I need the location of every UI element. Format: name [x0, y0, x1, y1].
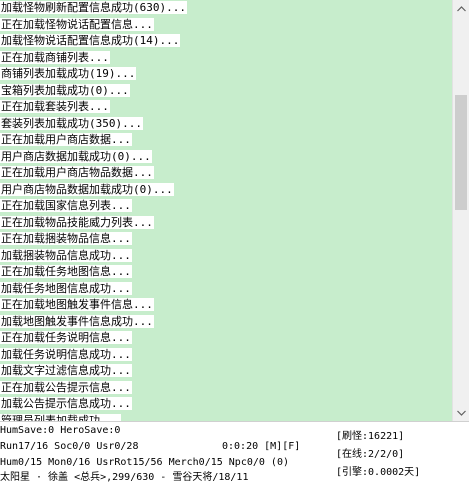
log-line-text: 正在加载任务地图信息... — [0, 265, 132, 278]
log-line-text: 加载公告提示信息成功... — [0, 397, 132, 410]
log-line: 正在加载国家信息列表... — [0, 198, 452, 215]
monster-refresh-counter: [刷怪:16221] — [336, 431, 405, 442]
online-counter: [在线:2/2/0] — [336, 449, 405, 460]
run-stats-label: Run17/16 Soc0/0 Usr0/28 — [0, 441, 139, 452]
log-line: 正在加载用户商店数据... — [0, 132, 452, 149]
log-line-text: 加载任务地图信息成功... — [0, 281, 132, 295]
log-line-text: 正在加载怪物说话配置信息... — [0, 17, 154, 31]
log-line-text: 加载文字过滤信息成功... — [0, 364, 132, 377]
log-line: 正在加载任务说明信息... — [0, 330, 452, 347]
log-line-text: 管理员列表加载成功... — [0, 413, 121, 421]
hum-stats-label: Hum0/15 Mon0/16 UsrRot15/56 Merch0/15 Np… — [0, 457, 289, 468]
log-line-text: 加载任务说明信息成功... — [0, 347, 132, 361]
log-line-text: 加载地图触发事件信息成功... — [0, 314, 154, 328]
server-info-label: 太阳星 · 徐盖 <总兵>,299/630 - 雪谷天将/18/11 — [0, 472, 249, 483]
log-line-text: 正在加载公告提示信息... — [0, 380, 132, 394]
log-line-text: 用户商店物品数据加载成功(0)... — [0, 182, 174, 196]
log-line-text: 加载怪物刷新配置信息成功(630)... — [0, 1, 187, 14]
log-line: 正在加载地图触发事件信息... — [0, 297, 452, 314]
log-line: 用户商店物品数据加载成功(0)... — [0, 182, 452, 199]
log-line: 商铺列表加载成功(19)... — [0, 66, 452, 83]
clock-label: 0:0:20 [M][F] — [222, 441, 301, 452]
log-line: 加载任务地图信息成功... — [0, 281, 452, 298]
log-line: 正在加载捆装物品信息... — [0, 231, 452, 248]
log-line: 宝箱列表加载成功(0)... — [0, 83, 452, 100]
log-line-text: 用户商店数据加载成功(0)... — [0, 149, 152, 163]
log-line: 套装列表加载成功(350)... — [0, 116, 452, 133]
log-line-text: 正在加载国家信息列表... — [0, 199, 132, 212]
log-line-text: 正在加载用户商店物品数据... — [0, 166, 154, 179]
log-line-text: 宝箱列表加载成功(0)... — [0, 83, 130, 97]
status-area: HumSave:0 HeroSave:0 Run17/16 Soc0/0 Usr… — [0, 421, 469, 488]
log-line: 正在加载怪物说话配置信息... — [0, 17, 452, 34]
log-line: 加载文字过滤信息成功... — [0, 363, 452, 380]
log-line: 正在加载公告提示信息... — [0, 380, 452, 397]
log-line: 管理员列表加载成功... — [0, 413, 452, 421]
hum-save-label: HumSave:0 HeroSave:0 — [0, 425, 121, 436]
log-line-text: 正在加载商铺列表... — [0, 50, 110, 64]
log-line: 加载地图触发事件信息成功... — [0, 314, 452, 331]
log-line-text: 正在加载物品技能威力列表... — [0, 215, 154, 229]
log-line: 正在加载物品技能威力列表... — [0, 215, 452, 232]
log-line-text: 加载捆装物品信息成功... — [0, 248, 132, 262]
engine-uptime: [引擎:0.0002天] — [336, 467, 421, 478]
log-line: 加载怪物说话配置信息成功(14)... — [0, 33, 452, 50]
log-line-text: 正在加载任务说明信息... — [0, 331, 132, 344]
log-line-text: 套装列表加载成功(350)... — [0, 116, 143, 130]
log-panel[interactable]: 加载怪物刷新配置信息成功(630)... 正在加载怪物说话配置信息... 加载怪物说… — [0, 0, 452, 421]
scroll-down-icon[interactable] — [453, 404, 469, 421]
log-line-text: 正在加载用户商店数据... — [0, 133, 132, 146]
log-line: 正在加载任务地图信息... — [0, 264, 452, 281]
log-line: 加载公告提示信息成功... — [0, 396, 452, 413]
log-line-text: 正在加载套装列表... — [0, 100, 110, 113]
log-line: 加载怪物刷新配置信息成功(630)... — [0, 0, 452, 17]
log-line: 正在加载用户商店物品数据... — [0, 165, 452, 182]
log-line: 用户商店数据加载成功(0)... — [0, 149, 452, 166]
log-line: 加载任务说明信息成功... — [0, 347, 452, 364]
log-line: 正在加载商铺列表... — [0, 50, 452, 67]
log-line: 正在加载套装列表... — [0, 99, 452, 116]
vertical-scrollbar[interactable] — [452, 0, 469, 421]
log-line: 加载捆装物品信息成功... — [0, 248, 452, 265]
log-line-text: 正在加载捆装物品信息... — [0, 232, 132, 245]
log-line-text: 加载怪物说话配置信息成功(14)... — [0, 34, 181, 47]
scrollbar-thumb[interactable] — [455, 95, 467, 210]
scroll-up-icon[interactable] — [453, 0, 469, 17]
log-line-text: 正在加载地图触发事件信息... — [0, 298, 154, 311]
log-line-text: 商铺列表加载成功(19)... — [0, 67, 137, 80]
